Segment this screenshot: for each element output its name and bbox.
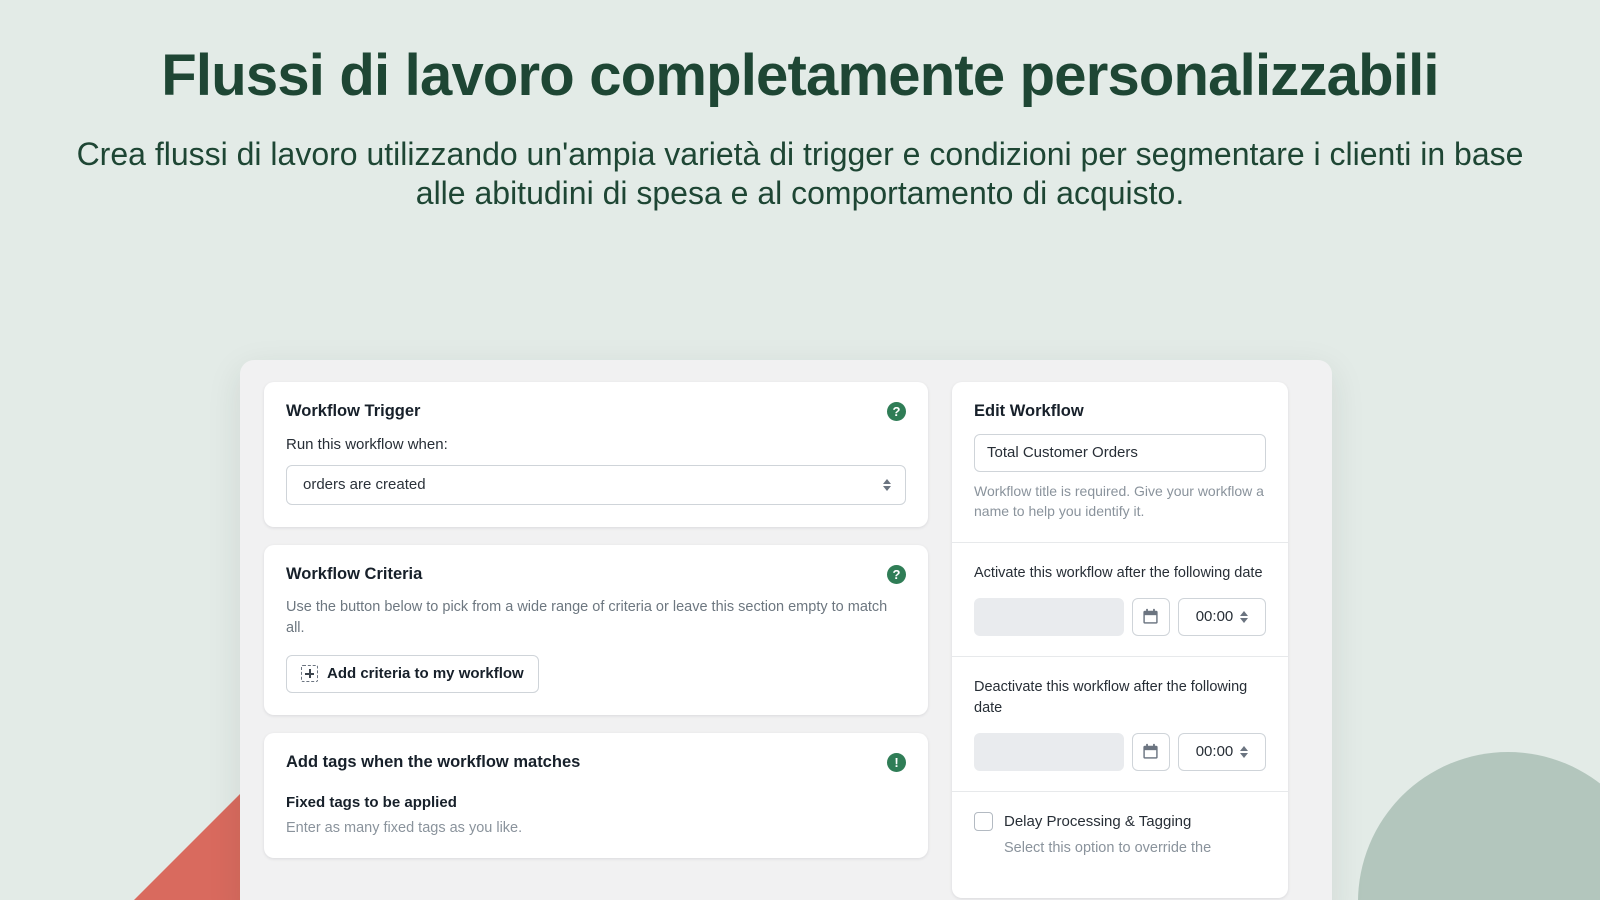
workflow-trigger-select[interactable]: orders are created xyxy=(286,464,906,505)
deactivate-calendar-button[interactable] xyxy=(1131,732,1170,771)
deactivate-date-row: 00:00 xyxy=(974,732,1266,771)
deactivate-time-value: 00:00 xyxy=(1195,743,1234,761)
alert-exclamation-icon[interactable]: ! xyxy=(887,752,906,772)
deactivate-time-input[interactable]: 00:00 xyxy=(1178,732,1266,771)
activate-time-input[interactable]: 00:00 xyxy=(1178,597,1266,636)
calendar-icon xyxy=(1143,743,1158,759)
hero-section: Flussi di lavoro completamente personali… xyxy=(0,0,1600,213)
deactivate-date-section: Deactivate this workflow after the follo… xyxy=(952,657,1288,792)
deactivate-date-label: Deactivate this workflow after the follo… xyxy=(974,678,1248,716)
add-criteria-button[interactable]: Add criteria to my workflow xyxy=(286,654,539,693)
edit-workflow-title: Edit Workflow xyxy=(974,402,1084,420)
workflow-editor-panel: Workflow Trigger ? Run this workflow whe… xyxy=(240,360,1332,900)
activate-calendar-button[interactable] xyxy=(1131,597,1170,636)
workflow-settings-column: Edit Workflow Workflow title is required… xyxy=(952,382,1288,898)
calendar-icon xyxy=(1143,608,1158,624)
up-down-stepper-icon xyxy=(883,478,891,491)
workflow-name-hint: Workflow title is required. Give your wo… xyxy=(974,482,1264,519)
help-question-icon[interactable]: ? xyxy=(887,402,906,421)
workflow-criteria-header: Workflow Criteria ? xyxy=(286,564,906,585)
workflow-tags-title: Add tags when the workflow matches xyxy=(286,752,581,771)
page-subtitle: Crea flussi di lavoro utilizzando un'amp… xyxy=(76,135,1524,211)
fixed-tags-help: Enter as many fixed tags as you like. xyxy=(286,820,523,837)
delay-processing-label: Delay Processing & Tagging xyxy=(1004,812,1192,830)
workflow-tags-header: Add tags when the workflow matches ! xyxy=(286,752,906,773)
workflow-trigger-title: Workflow Trigger xyxy=(286,402,421,420)
workflow-criteria-title: Workflow Criteria xyxy=(286,564,423,583)
activate-date-label: Activate this workflow after the followi… xyxy=(974,564,1263,581)
help-question-icon[interactable]: ? xyxy=(887,564,906,584)
activate-date-section: Activate this workflow after the followi… xyxy=(952,543,1288,657)
edit-workflow-name-section: Edit Workflow Workflow title is required… xyxy=(952,382,1288,543)
decorative-sage-circle xyxy=(1358,752,1600,900)
workflow-trigger-card: Workflow Trigger ? Run this workflow whe… xyxy=(264,382,928,527)
checkbox-unchecked-icon[interactable] xyxy=(974,811,993,831)
up-down-stepper-icon xyxy=(1240,745,1249,758)
workflow-criteria-description: Use the button below to pick from a wide… xyxy=(286,598,888,636)
activate-date-input[interactable] xyxy=(974,597,1124,636)
workflow-main-column: Workflow Trigger ? Run this workflow whe… xyxy=(264,382,928,898)
workflow-trigger-field-label: Run this workflow when: xyxy=(286,435,448,453)
workflow-criteria-card: Workflow Criteria ? Use the button below… xyxy=(264,544,928,715)
delay-processing-row[interactable]: Delay Processing & Tagging xyxy=(974,811,1266,831)
activate-time-value: 00:00 xyxy=(1195,608,1234,626)
dashed-plus-square-icon xyxy=(301,665,318,683)
edit-workflow-card: Edit Workflow Workflow title is required… xyxy=(952,382,1288,898)
fixed-tags-title: Fixed tags to be applied xyxy=(286,794,457,812)
workflow-trigger-header: Workflow Trigger ? xyxy=(286,402,906,422)
activate-date-row: 00:00 xyxy=(974,597,1266,636)
workflow-tags-card: Add tags when the workflow matches ! Fix… xyxy=(264,732,928,859)
page-title: Flussi di lavoro completamente personali… xyxy=(161,43,1439,108)
workflow-name-input[interactable] xyxy=(974,433,1266,472)
workflow-trigger-select-value: orders are created xyxy=(303,476,426,494)
add-criteria-button-label: Add criteria to my workflow xyxy=(327,665,524,683)
deactivate-date-input[interactable] xyxy=(974,732,1124,771)
delay-processing-section: Delay Processing & Tagging Select this o… xyxy=(952,792,1288,879)
delay-processing-help: Select this option to override the xyxy=(1004,839,1212,856)
up-down-stepper-icon xyxy=(1240,610,1249,623)
